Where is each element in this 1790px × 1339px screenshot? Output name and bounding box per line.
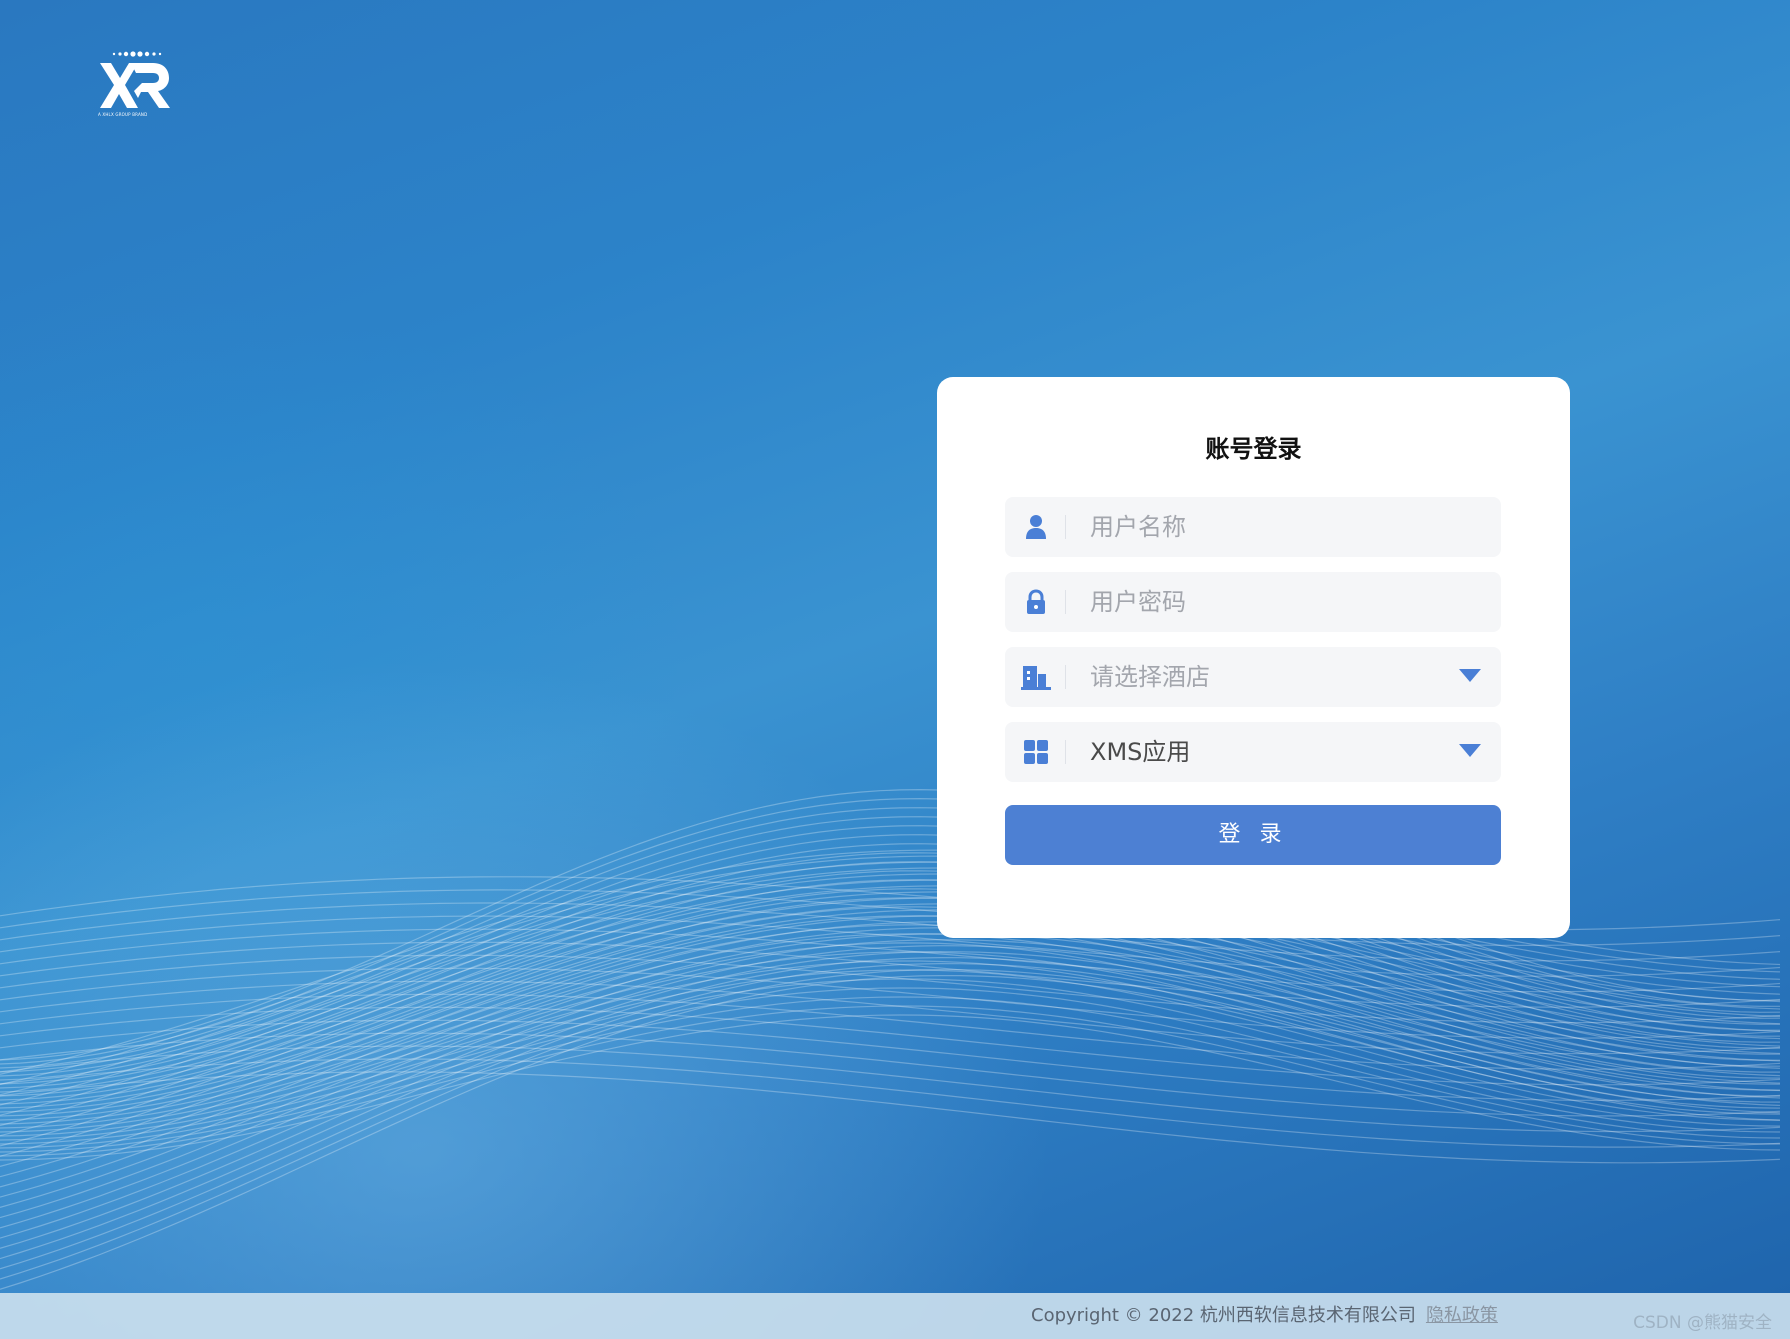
footer: Copyright © 2022 杭州西软信息技术有限公司 隐私政策	[0, 1293, 1790, 1339]
building-icon	[1021, 662, 1051, 692]
username-separator	[1065, 515, 1066, 539]
watermark: CSDN @熊猫安全	[1633, 1313, 1772, 1333]
caret-down-icon[interactable]	[1459, 744, 1481, 757]
footer-copyright-line: Copyright © 2022 杭州西软信息技术有限公司 隐私政策	[1031, 1293, 1498, 1339]
hotel-select[interactable]: 请选择酒店	[1005, 647, 1501, 707]
app-separator	[1065, 740, 1066, 764]
password-input[interactable]: 用户密码	[1090, 572, 1186, 632]
user-icon	[1021, 512, 1051, 542]
login-card: 账号登录 用户名称 用户密码 请选择酒店 XMS应用 登 录	[937, 377, 1570, 938]
logo-subtext: A XHLX GROUP BRAND	[98, 112, 148, 117]
password-field[interactable]: 用户密码	[1005, 572, 1501, 632]
brand-logo: A XHLX GROUP BRAND	[98, 48, 174, 120]
username-field[interactable]: 用户名称	[1005, 497, 1501, 557]
caret-down-icon[interactable]	[1459, 669, 1481, 682]
app-select-value[interactable]: XMS应用	[1090, 722, 1190, 782]
login-title: 账号登录	[1205, 435, 1302, 463]
grid-icon	[1021, 737, 1051, 767]
app-select[interactable]: XMS应用	[1005, 722, 1501, 782]
lock-icon	[1021, 587, 1051, 617]
xr-logo-icon	[100, 51, 170, 108]
hotel-separator	[1065, 665, 1066, 689]
username-input[interactable]: 用户名称	[1090, 497, 1186, 557]
login-page: A XHLX GROUP BRAND 账号登录 用户名称 用户密码 请选择酒店 …	[0, 0, 1790, 1339]
privacy-policy-link[interactable]: 隐私政策	[1426, 1305, 1498, 1326]
password-separator	[1065, 590, 1066, 614]
login-button[interactable]: 登 录	[1005, 805, 1501, 865]
hotel-select-value[interactable]: 请选择酒店	[1090, 647, 1210, 707]
copyright-text: Copyright © 2022 杭州西软信息技术有限公司	[1031, 1305, 1416, 1326]
